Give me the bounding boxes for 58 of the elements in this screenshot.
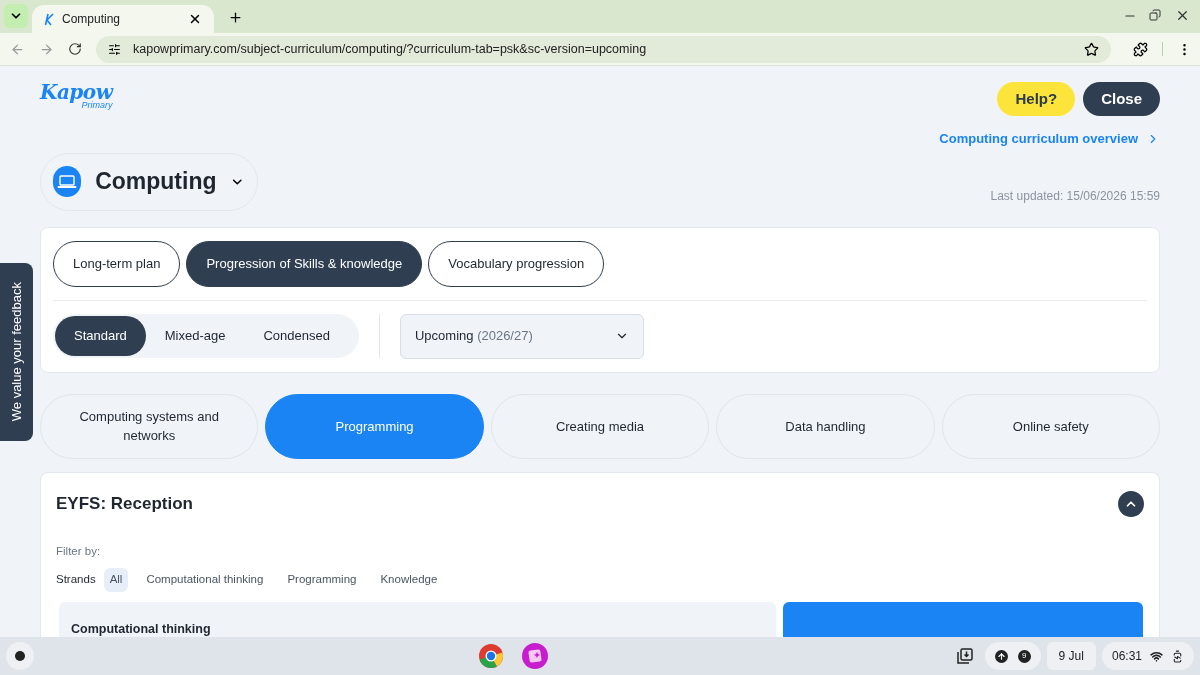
restore-icon[interactable] xyxy=(1149,9,1161,21)
help-button[interactable]: Help? xyxy=(997,82,1076,116)
close-icon[interactable] xyxy=(1175,8,1190,23)
tab-list-button[interactable] xyxy=(4,4,28,28)
tab[interactable]: Data handling xyxy=(716,393,935,459)
strands-label: Strands xyxy=(56,571,96,587)
launcher-button[interactable] xyxy=(6,642,34,670)
filter-chip[interactable]: Programming xyxy=(281,567,363,592)
battery-icon xyxy=(1171,649,1184,663)
notification-count: 9 xyxy=(1017,649,1031,663)
filter-chip[interactable]: Computational thinking xyxy=(140,567,270,592)
tab[interactable]: Progression of Skills & knowledge xyxy=(186,240,423,287)
filter-label: Filter by: xyxy=(56,543,101,559)
logo-subtitle: Primary xyxy=(81,101,113,110)
notification-area[interactable]: 9 xyxy=(984,642,1041,670)
new-tab-icon[interactable] xyxy=(228,10,243,25)
url-text: kapowprimary.com/subject-curriculum/computing/?curriculum-tab=psk&sc-version=upcoming xyxy=(133,40,648,58)
feedback-tab[interactable]: We value your feedback xyxy=(0,263,33,441)
tab[interactable]: Programming xyxy=(265,393,484,459)
site-favicon-icon xyxy=(44,12,54,26)
date-display[interactable]: 9 Jul xyxy=(1046,642,1096,670)
status-tray[interactable]: 06:31 xyxy=(1101,642,1194,670)
tab-title: Computing xyxy=(62,11,122,28)
tab[interactable]: Online safety xyxy=(941,393,1160,459)
logo-title: Kapow xyxy=(40,82,113,102)
wifi-icon xyxy=(1150,649,1163,663)
tab[interactable]: Long-term plan xyxy=(53,240,181,287)
section-title: EYFS: Reception xyxy=(56,492,193,515)
address-bar[interactable]: kapowprimary.com/subject-curriculum/computing/?curriculum-tab=psk&sc-version=upcoming xyxy=(96,35,1111,63)
tab[interactable]: Vocabulary progression xyxy=(428,240,605,287)
kapow-logo[interactable]: Kapow Primary xyxy=(40,82,113,110)
last-updated-text: Last updated: 15/06/2026 15:59 xyxy=(990,187,1160,205)
bookmark-star-icon[interactable] xyxy=(1084,41,1099,57)
collapse-button[interactable] xyxy=(1118,490,1144,517)
browser-app-icon[interactable] xyxy=(478,643,505,669)
back-icon[interactable] xyxy=(10,41,25,57)
tab[interactable]: Mixed-age xyxy=(145,316,245,356)
tab[interactable]: Condensed xyxy=(244,316,349,356)
upload-icon xyxy=(994,649,1008,663)
filter-chip[interactable]: Knowledge xyxy=(374,567,444,592)
version-dropdown[interactable]: Upcoming (2026/27) xyxy=(399,313,644,359)
site-settings-icon[interactable] xyxy=(108,42,121,56)
extensions-icon[interactable] xyxy=(1133,41,1148,57)
forward-icon[interactable] xyxy=(39,41,54,57)
browser-tab[interactable]: Computing xyxy=(32,5,214,33)
tab[interactable]: Standard xyxy=(55,316,146,356)
app-icon[interactable] xyxy=(522,643,549,669)
close-button[interactable]: Close xyxy=(1083,82,1160,116)
clock-time: 06:31 xyxy=(1111,648,1142,665)
filter-chip[interactable]: All xyxy=(103,567,129,592)
laptop-icon xyxy=(53,166,82,197)
screen-capture-icon[interactable] xyxy=(956,648,973,664)
reload-icon[interactable] xyxy=(68,42,82,56)
tab[interactable]: Computing systems and networks xyxy=(40,393,259,459)
subject-title: Computing xyxy=(95,167,217,197)
card-title: Computational thinking xyxy=(71,621,211,636)
close-icon[interactable] xyxy=(188,12,202,26)
tab[interactable]: Creating media xyxy=(490,393,710,459)
